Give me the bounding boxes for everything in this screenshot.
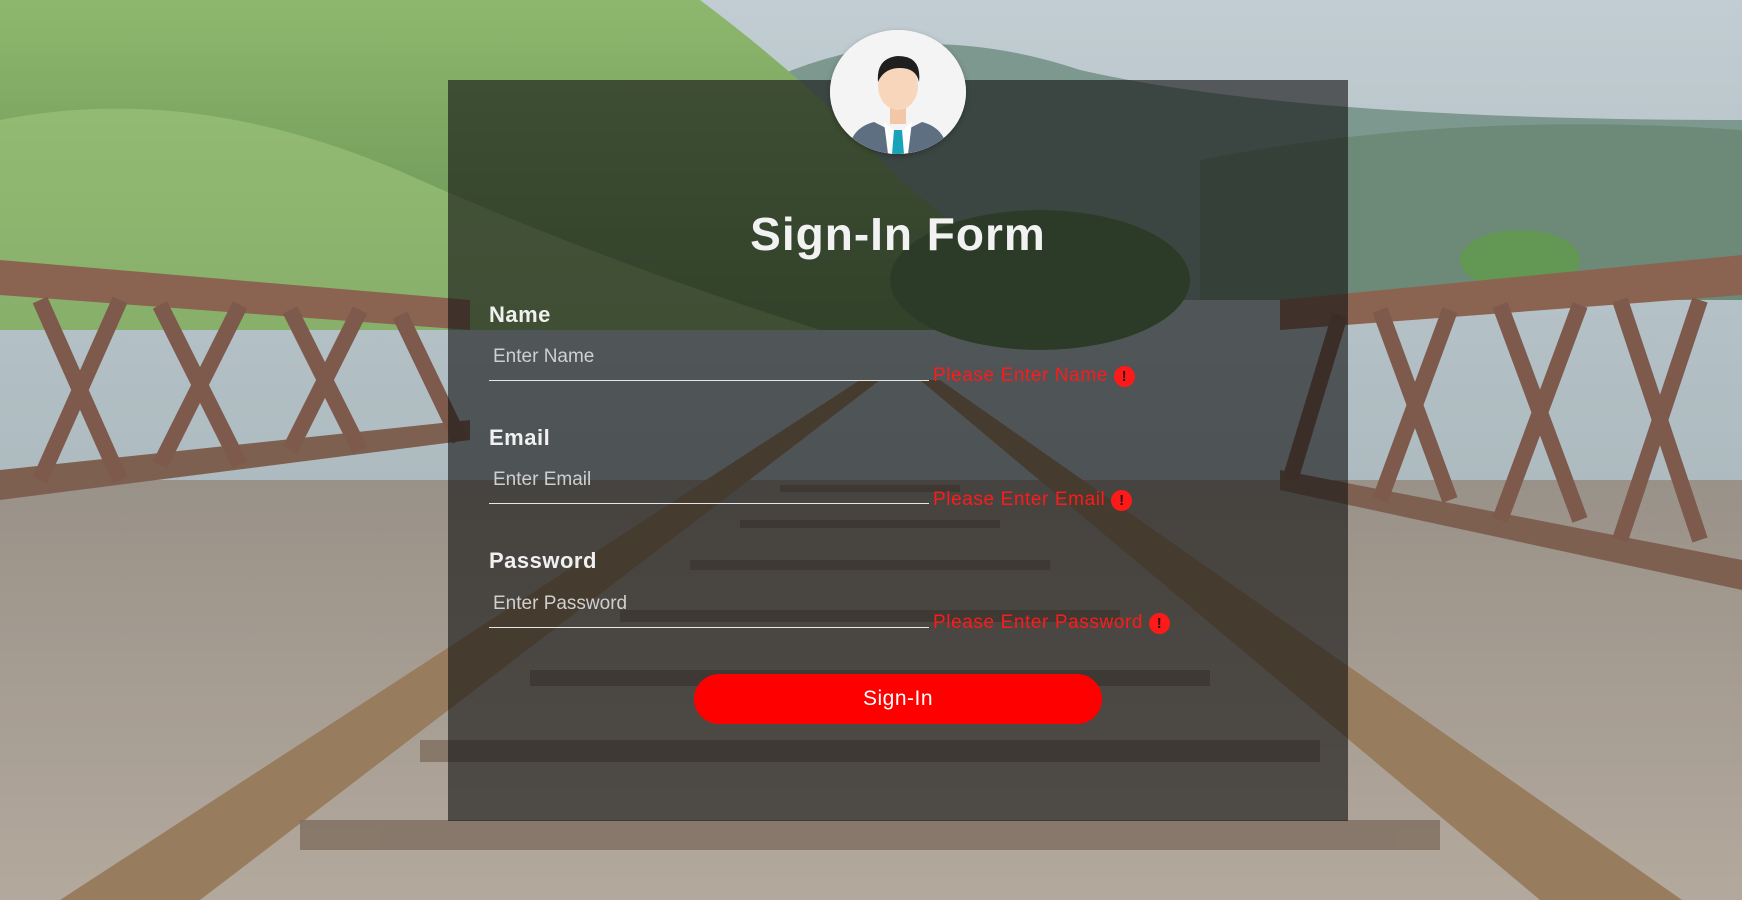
- email-label: Email: [489, 425, 551, 450]
- name-input[interactable]: [489, 340, 929, 381]
- error-icon: !: [1113, 365, 1135, 387]
- email-error-message: Please Enter Email !: [933, 489, 1133, 511]
- page-title: Sign-In Form: [750, 208, 1046, 260]
- email-input[interactable]: [489, 463, 929, 504]
- user-avatar-icon: [830, 30, 966, 154]
- password-label: Password: [489, 548, 597, 573]
- email-error-text: Please Enter Email: [933, 489, 1106, 510]
- name-error-text: Please Enter Name: [933, 365, 1108, 386]
- error-icon: !: [1111, 489, 1133, 511]
- sign-in-page: Sign-In Form Name Please Enter Name ! Em…: [0, 0, 1742, 900]
- sign-in-button[interactable]: Sign-In: [694, 674, 1102, 724]
- password-error-text: Please Enter Password: [933, 612, 1144, 633]
- password-error-message: Please Enter Password !: [933, 612, 1171, 634]
- error-icon: !: [1149, 612, 1171, 634]
- name-label: Name: [489, 302, 551, 327]
- password-input[interactable]: [489, 587, 929, 628]
- name-error-message: Please Enter Name !: [933, 365, 1135, 387]
